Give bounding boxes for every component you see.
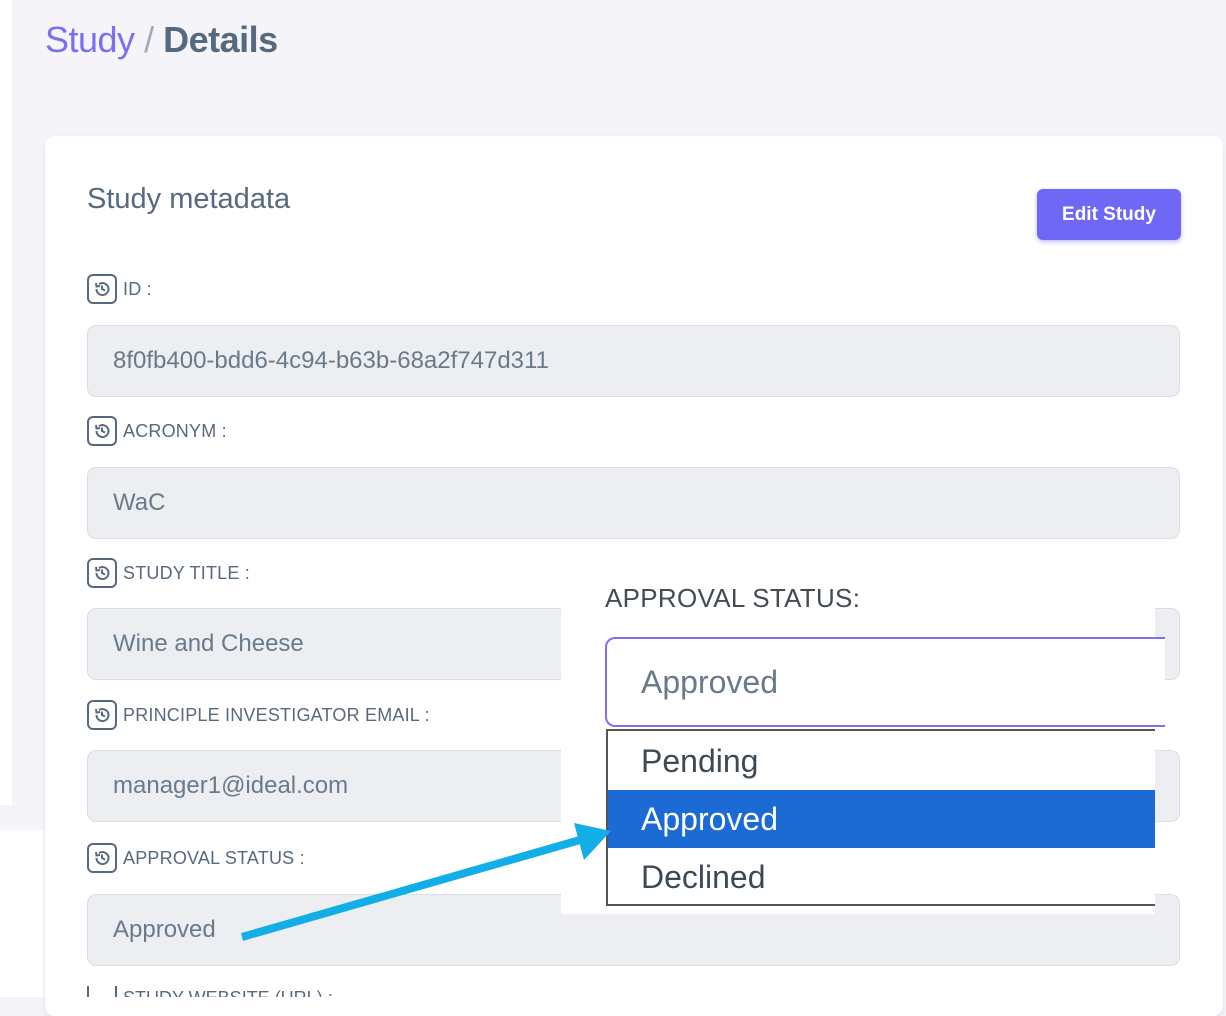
field-label-text: STUDY TITLE :: [123, 562, 250, 583]
card-title: Study metadata: [87, 183, 291, 215]
breadcrumb-current-page: Details: [163, 19, 278, 60]
left-edge-strip-lower: [0, 830, 44, 997]
acronym-field: WaC: [87, 467, 1180, 539]
field-label-text: STUDY WEBSITE (URL) :: [123, 988, 333, 998]
field-label-text: ACRONYM :: [123, 420, 227, 441]
breadcrumb: Study / Details: [45, 19, 278, 61]
history-icon[interactable]: [87, 274, 117, 304]
breadcrumb-study-link[interactable]: Study: [45, 19, 135, 60]
option-declined[interactable]: Declined: [608, 848, 1155, 906]
history-icon[interactable]: [87, 416, 117, 446]
breadcrumb-separator: /: [144, 19, 154, 60]
history-icon[interactable]: [87, 843, 117, 873]
history-icon[interactable]: [87, 986, 117, 997]
field-label-study-website: STUDY WEBSITE (URL) :: [87, 986, 333, 997]
option-pending[interactable]: Pending: [608, 732, 1155, 790]
approval-status-options: Pending Approved Declined: [606, 729, 1155, 906]
field-label-study-title: STUDY TITLE :: [87, 558, 250, 588]
field-label-text: ID :: [123, 278, 152, 299]
edit-study-button[interactable]: Edit Study: [1037, 189, 1181, 240]
option-approved[interactable]: Approved: [608, 790, 1155, 848]
callout-label: APPROVAL STATUS:: [605, 583, 861, 613]
history-icon[interactable]: [87, 700, 117, 730]
field-label-id: ID :: [87, 274, 152, 304]
approval-status-select[interactable]: Approved: [605, 637, 1165, 727]
history-icon[interactable]: [87, 558, 117, 588]
field-label-text: APPROVAL STATUS :: [123, 847, 305, 868]
left-edge-strip: [0, 0, 12, 805]
id-field: 8f0fb400-bdd6-4c94-b63b-68a2f747d311: [87, 325, 1180, 397]
field-label-approval-status: APPROVAL STATUS :: [87, 843, 305, 873]
field-label-text: PRINCIPLE INVESTIGATOR EMAIL :: [123, 704, 430, 725]
field-label-acronym: ACRONYM :: [87, 416, 227, 446]
field-label-pi-email: PRINCIPLE INVESTIGATOR EMAIL :: [87, 700, 430, 730]
